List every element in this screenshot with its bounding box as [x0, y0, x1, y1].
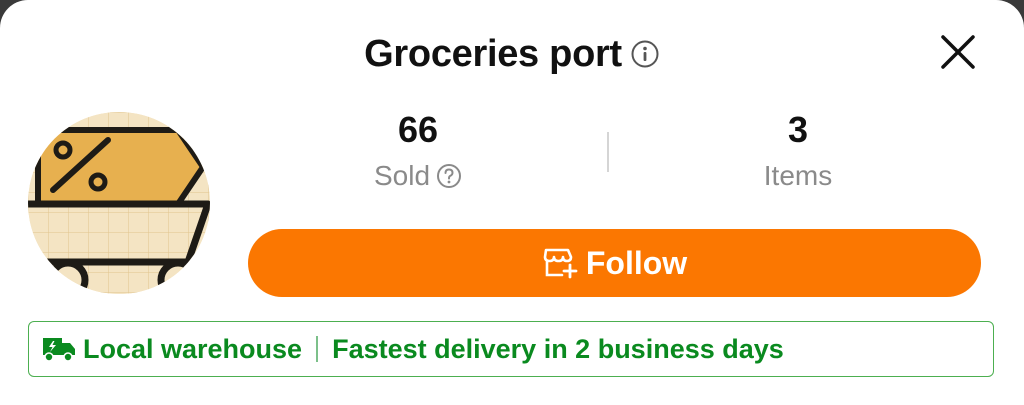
items-label: Items — [763, 160, 833, 191]
items-value: 3 — [787, 109, 809, 150]
banner-message: Fastest delivery in 2 business days — [332, 333, 784, 364]
stat-sold[interactable]: 66 Sold — [268, 108, 568, 194]
close-button[interactable] — [936, 32, 980, 76]
store-sheet: Groceries port 66 Sold 3 Items Follow Lo… — [0, 0, 1024, 405]
banner-divider — [316, 336, 319, 362]
header: Groceries port — [0, 28, 1024, 80]
delivery-banner[interactable]: Local warehouse Fastest delivery in 2 bu… — [28, 321, 994, 377]
delivery-truck-icon — [41, 335, 77, 363]
store-name: Groceries port — [364, 32, 622, 75]
stats-divider — [607, 132, 609, 172]
stat-items[interactable]: 3 Items — [648, 108, 948, 194]
info-icon[interactable] — [630, 39, 660, 69]
sold-label: Sold — [373, 160, 431, 191]
banner-tag: Local warehouse — [83, 333, 303, 364]
store-avatar[interactable] — [28, 112, 210, 294]
store-add-icon — [542, 247, 578, 279]
sold-label-row: Sold — [374, 158, 462, 194]
shopping-cart-discount-icon — [28, 112, 210, 294]
question-icon[interactable] — [436, 163, 462, 189]
follow-label: Follow — [585, 244, 688, 281]
sold-value: 66 — [397, 109, 439, 150]
close-icon — [939, 33, 977, 76]
follow-button[interactable]: Follow — [248, 229, 981, 297]
